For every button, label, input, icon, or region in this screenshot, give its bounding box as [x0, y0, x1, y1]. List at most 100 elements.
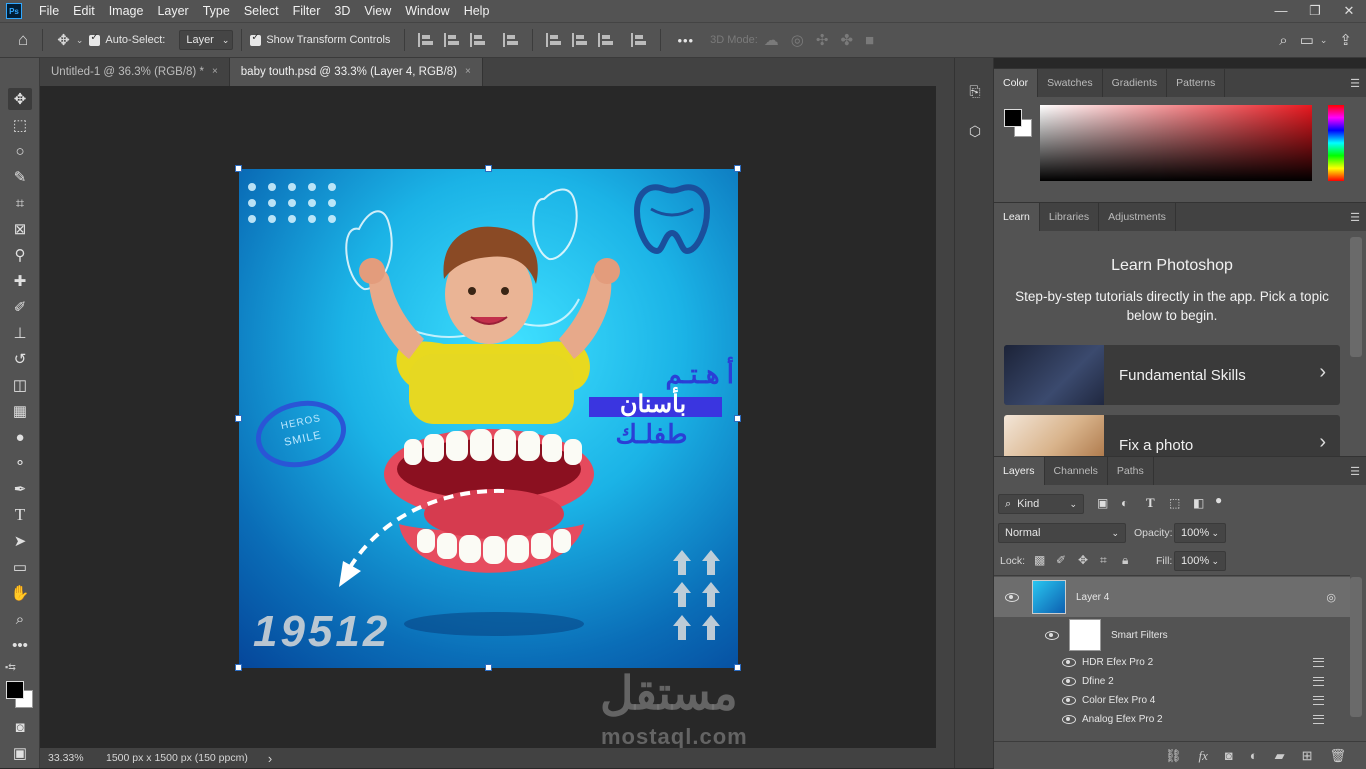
chevron-down-icon[interactable]: ⌄ [1320, 35, 1328, 46]
hand-tool-icon[interactable]: ✋ [8, 582, 32, 604]
quick-select-tool-icon[interactable]: ✎ [8, 166, 32, 188]
shape-layer-filter-icon[interactable]: ⬚ [1169, 496, 1180, 510]
layer-style-icon[interactable]: fx [1198, 748, 1207, 764]
pixel-layer-filter-icon[interactable]: ▣ [1097, 496, 1108, 510]
lock-image-icon[interactable]: ✐ [1056, 553, 1066, 567]
more-options-button[interactable]: ••• [677, 33, 694, 48]
clone-stamp-tool-icon[interactable]: ⊥ [8, 322, 32, 344]
layers-scrollbar[interactable] [1350, 577, 1362, 717]
workspace-icon[interactable]: ▭ [1300, 31, 1314, 49]
roll-3d-icon[interactable]: ◎ [791, 31, 804, 49]
menu-3d[interactable]: 3D [327, 0, 357, 22]
filter-blending-options-icon[interactable] [1313, 677, 1324, 686]
tab-untitled-1[interactable]: Untitled-1 @ 36.3% (RGB/8) * × [40, 58, 230, 86]
transform-handle-bottom-left[interactable] [235, 664, 242, 671]
home-icon[interactable]: ⌂ [18, 30, 28, 50]
lock-position-icon[interactable]: ✥ [1078, 553, 1088, 567]
tab-layers[interactable]: Layers [994, 457, 1045, 485]
smart-filter-row[interactable]: Analog Efex Pro 2 [994, 710, 1350, 729]
smart-filter-indicator-icon[interactable]: ◎ [1326, 591, 1336, 604]
screen-mode-icon[interactable]: ▣ [8, 742, 32, 764]
transform-handle-top-left[interactable] [235, 165, 242, 172]
tab-swatches[interactable]: Swatches [1038, 69, 1103, 97]
filter-mask-thumbnail[interactable] [1069, 619, 1101, 651]
smart-filter-row[interactable]: Color Efex Pro 4 [994, 691, 1350, 710]
layer-row-smart-filters[interactable]: Smart Filters [994, 617, 1350, 653]
filter-blending-options-icon[interactable] [1313, 715, 1324, 724]
menu-image[interactable]: Image [102, 0, 151, 22]
transform-handle-right[interactable] [734, 415, 741, 422]
default-colors-icon[interactable]: ▪⇆ [5, 662, 16, 673]
history-panel-icon[interactable]: ⎘ [963, 80, 987, 102]
color-field[interactable] [1040, 105, 1312, 181]
menu-edit[interactable]: Edit [66, 0, 102, 22]
menu-layer[interactable]: Layer [150, 0, 195, 22]
adjustment-layer-icon[interactable]: ◐ [1250, 748, 1258, 763]
transform-handle-bottom[interactable] [485, 664, 492, 671]
lock-all-icon[interactable]: 🔒︎ [1122, 553, 1128, 568]
foreground-color-swatch[interactable] [6, 681, 24, 699]
show-transform-checkbox[interactable] [250, 32, 262, 46]
delete-layer-icon[interactable]: 🗑︎ [1329, 748, 1346, 764]
tab-learn[interactable]: Learn [994, 203, 1040, 231]
transform-handle-top[interactable] [485, 165, 492, 172]
zoom-tool-icon[interactable]: ⌕ [8, 608, 32, 630]
align-left-icon[interactable] [418, 33, 434, 47]
align-bottom-icon[interactable] [598, 33, 614, 47]
auto-select-checkbox[interactable] [89, 32, 101, 46]
close-icon[interactable]: × [212, 58, 218, 86]
status-menu-arrow[interactable]: › [268, 751, 272, 766]
edit-toolbar-icon[interactable]: ••• [8, 634, 32, 656]
menu-view[interactable]: View [357, 0, 398, 22]
tab-baby-touth[interactable]: baby touth.psd @ 33.3% (Layer 4, RGB/8) × [229, 58, 483, 86]
opacity-input[interactable]: 100% ⌄ [1174, 523, 1226, 543]
tab-libraries[interactable]: Libraries [1040, 203, 1100, 231]
filter-toggle-icon[interactable]: ● [1215, 493, 1222, 507]
smart-object-filter-icon[interactable]: ◧ [1193, 496, 1204, 510]
scale-3d-icon[interactable]: ■ [865, 32, 874, 49]
rectangle-tool-icon[interactable]: ▭ [8, 556, 32, 578]
filter-blending-options-icon[interactable] [1313, 696, 1324, 705]
pen-tool-icon[interactable]: ✒ [8, 478, 32, 500]
tab-gradients[interactable]: Gradients [1103, 69, 1168, 97]
gradient-tool-icon[interactable]: ▦ [8, 400, 32, 422]
close-button[interactable]: ✕ [1332, 3, 1366, 19]
menu-filter[interactable]: Filter [286, 0, 328, 22]
learn-card-fundamental-skills[interactable]: Fundamental Skills › [1004, 345, 1340, 405]
learn-scrollbar[interactable] [1350, 237, 1362, 357]
hue-slider[interactable] [1328, 105, 1344, 181]
layer-row-layer-4[interactable]: Layer 4 ◎ [994, 577, 1350, 617]
visibility-eye-icon[interactable] [1062, 677, 1076, 686]
panel-menu-icon[interactable]: ☰ [1350, 211, 1360, 224]
3d-panel-icon[interactable]: ⬡ [963, 120, 987, 142]
eraser-tool-icon[interactable]: ◫ [8, 374, 32, 396]
slide-3d-icon[interactable]: ✤ [840, 31, 853, 49]
brush-tool-icon[interactable]: ✐ [8, 296, 32, 318]
lock-artboard-icon[interactable]: ⌗ [1100, 553, 1107, 568]
menu-type[interactable]: Type [196, 0, 237, 22]
type-tool-icon[interactable]: T [8, 504, 32, 526]
healing-brush-tool-icon[interactable]: ✚ [8, 270, 32, 292]
minimize-button[interactable]: — [1264, 3, 1298, 19]
pan-3d-icon[interactable]: ✣ [816, 31, 829, 49]
visibility-eye-icon[interactable] [1005, 592, 1019, 602]
new-group-icon[interactable]: ▰ [1275, 748, 1285, 764]
distribute-vertical-icon[interactable] [631, 33, 647, 47]
tab-paths[interactable]: Paths [1108, 457, 1154, 485]
share-icon[interactable]: ⇪ [1339, 31, 1352, 49]
layer-filter-dropdown[interactable]: ⌕ Kind ⌄ [998, 494, 1084, 514]
align-top-icon[interactable] [546, 33, 562, 47]
document-canvas[interactable]: أ هـتـم بأسنان طفلـك HEROS SMILE 19512 [239, 169, 738, 668]
filter-blending-options-icon[interactable] [1313, 658, 1324, 667]
history-brush-tool-icon[interactable]: ↺ [8, 348, 32, 370]
menu-select[interactable]: Select [237, 0, 286, 22]
align-center-icon[interactable] [444, 33, 460, 47]
close-icon[interactable]: × [465, 58, 471, 86]
tab-adjustments[interactable]: Adjustments [1099, 203, 1176, 231]
panel-menu-icon[interactable]: ☰ [1350, 77, 1360, 90]
align-right-icon[interactable] [470, 33, 486, 47]
auto-select-target-dropdown[interactable]: Layer ⌄ [179, 30, 234, 50]
transform-handle-top-right[interactable] [734, 165, 741, 172]
tab-channels[interactable]: Channels [1045, 457, 1108, 485]
visibility-eye-icon[interactable] [1062, 696, 1076, 705]
